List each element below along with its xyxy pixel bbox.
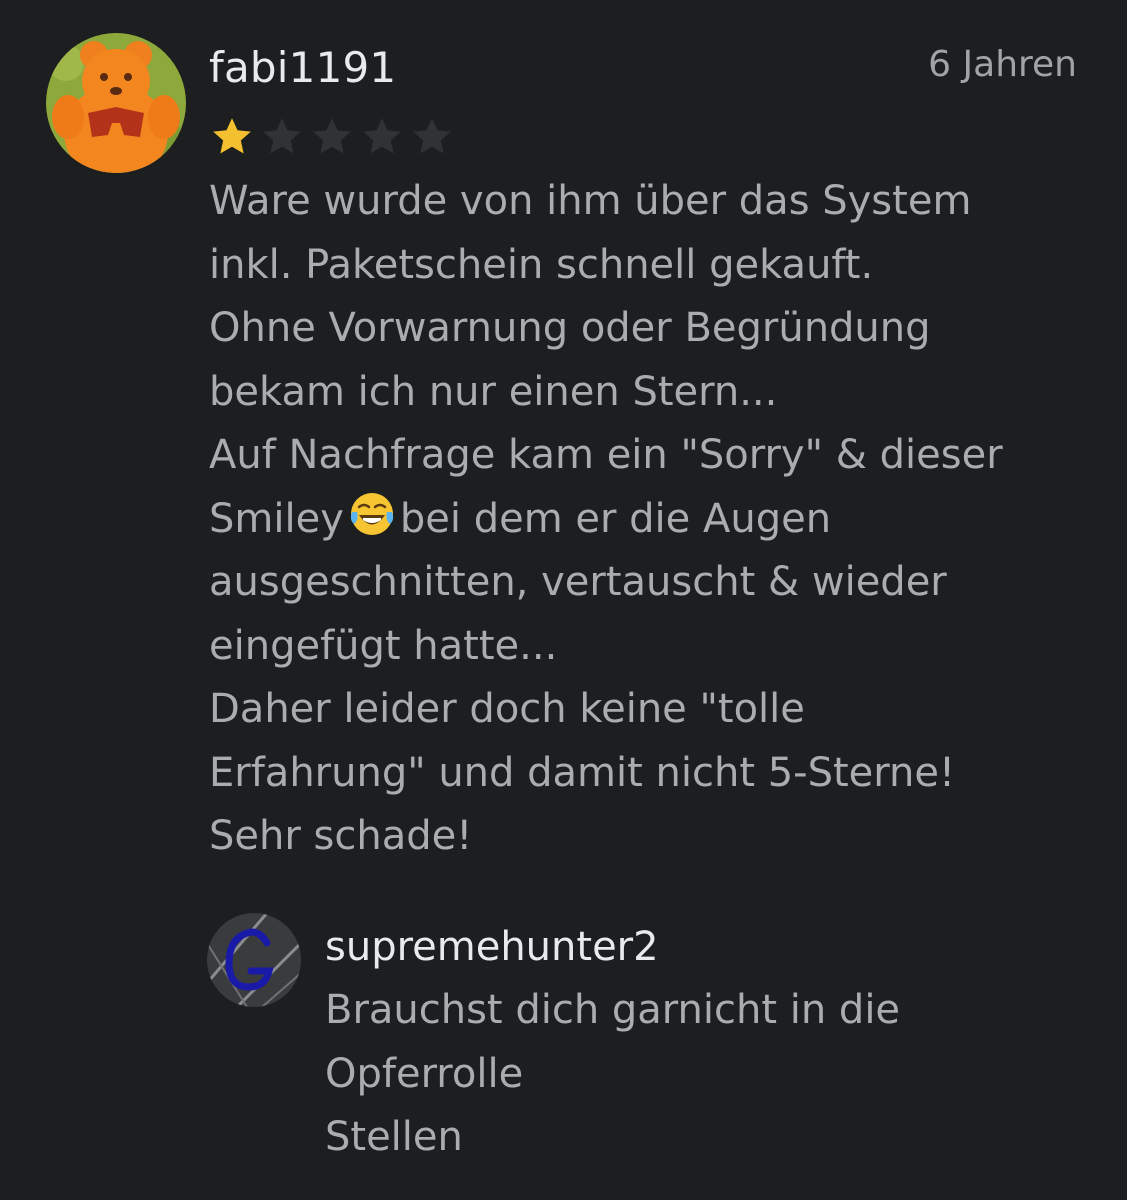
review-text-fragment: bei dem er die Augen [399,495,832,542]
reply-username[interactable]: supremehunter2 [325,919,659,975]
star-empty-icon [309,114,355,160]
review-text-line: Sehr schade! [209,813,473,859]
reply-text-line: Brauchst dich garnicht in die [325,987,901,1033]
review-username[interactable]: fabi1191 [209,40,396,96]
reply-text-line: Stellen [325,1114,463,1160]
star-empty-icon [359,114,405,160]
review-text-line: Daher leider doch keine "tolle [209,686,805,732]
review-timestamp: 6 Jahren [928,44,1077,85]
review-text-line: Auf Nachfrage kam ein "Sorry" & dieser [209,432,1003,478]
face-with-tears-of-joy-icon [350,492,393,535]
user-avatar[interactable] [46,33,186,173]
orange-bear-avatar-icon [46,33,186,173]
review-text-fragment: Smiley [209,495,344,542]
review-body: Ware wurde von ihm über das System inkl.… [209,170,1099,869]
star-empty-icon [259,114,305,160]
review-text-line: Erfahrung" und damit nicht 5-Sterne! [209,749,956,796]
reply-body: Brauchst dich garnicht in die Opferrolle… [325,979,1085,1170]
review-text-line: Ware wurde von ihm über das System [209,178,972,224]
review-card: fabi1191 6 Jahren Ware wurde von ihm übe… [0,0,1127,1200]
review-text-line: eingefügt hatte... [209,622,558,669]
review-text-line: inkl. Paketschein schnell gekauft. [209,241,874,288]
reply-avatar[interactable] [207,913,301,1007]
star-filled-icon [209,114,255,160]
reply-text-line: Opferrolle [325,1050,524,1097]
star-empty-icon [409,114,455,160]
blue-g-avatar-icon [207,913,301,1007]
review-text-line: Ohne Vorwarnung oder Begründung [209,305,931,351]
review-text-line: ausgeschnitten, vertauscht & wieder [209,559,947,605]
review-text-line: bekam ich nur einen Stern... [209,368,778,415]
star-rating [209,114,455,160]
review-text-line: Smiley bei dem er die Augen [209,488,1099,552]
